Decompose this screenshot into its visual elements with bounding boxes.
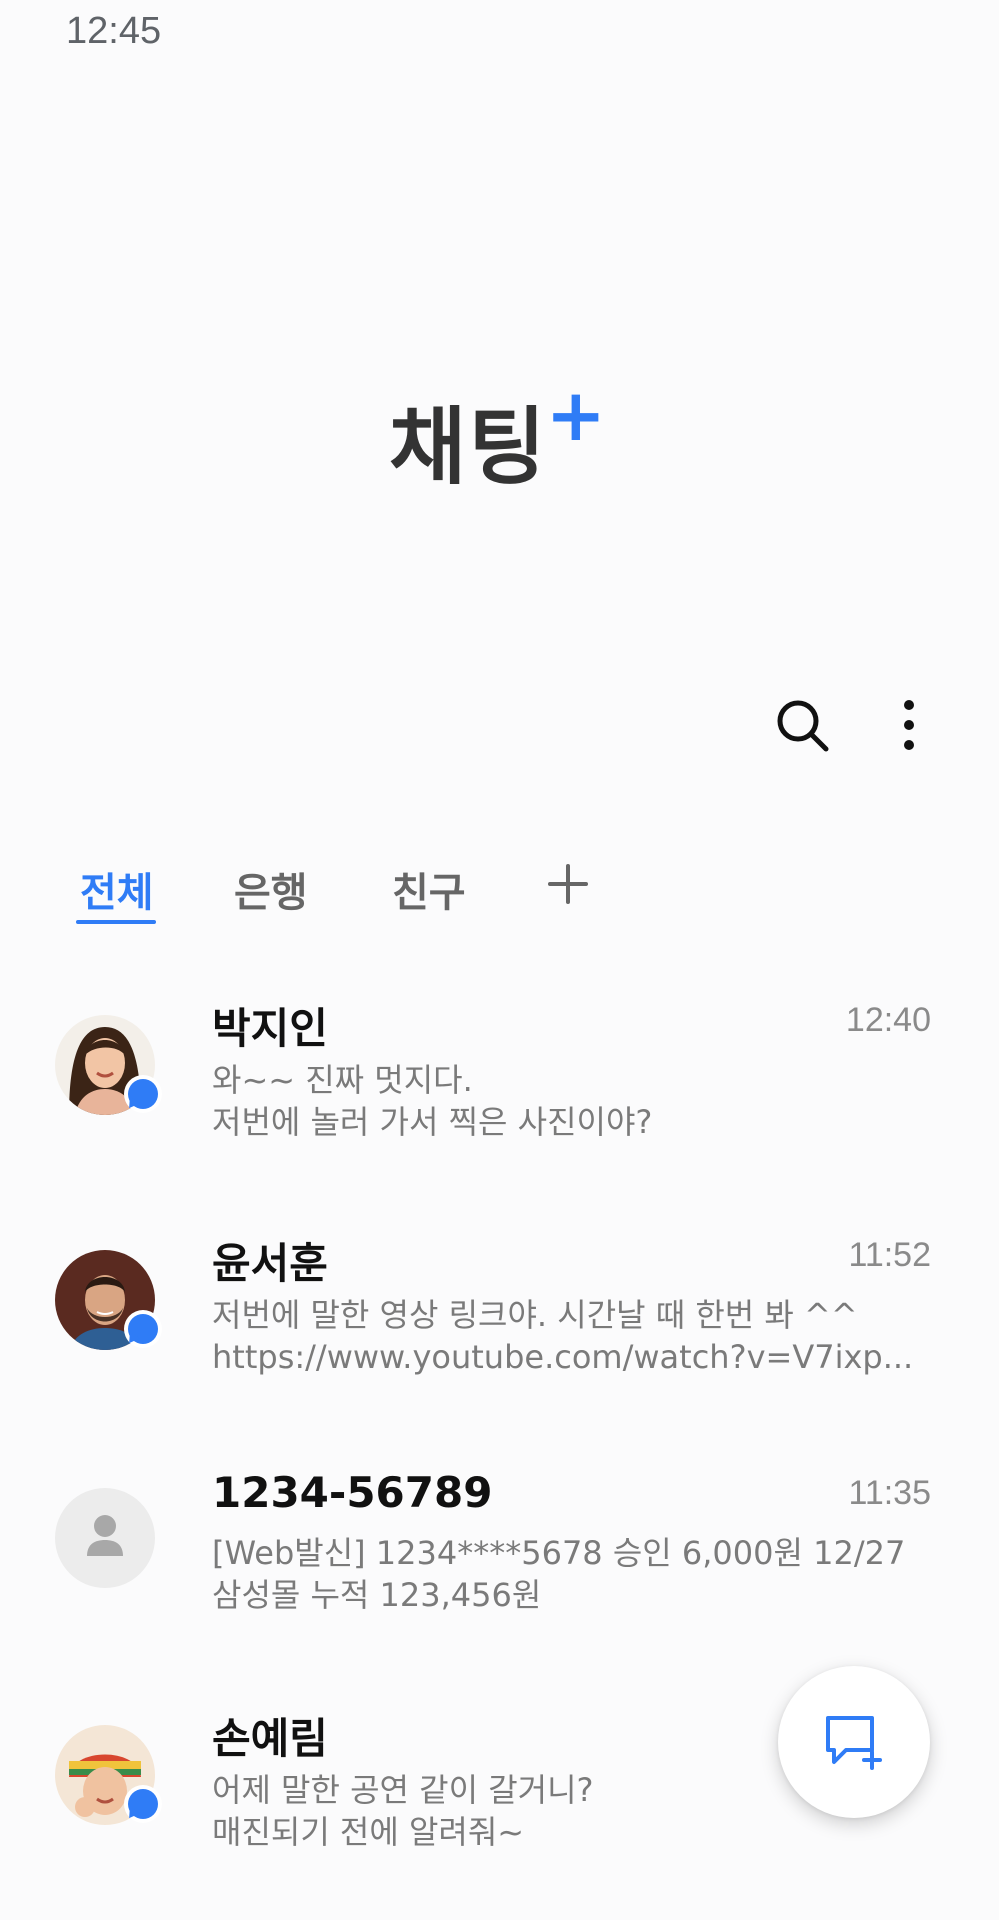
message-preview: 저번에 말한 영상 링크야. 시간날 때 한번 봐 ^^ https://www… xyxy=(212,1294,932,1378)
app-title-text: 채팅 xyxy=(389,398,548,496)
tab-friends-label: 친구 xyxy=(392,870,466,916)
message-time: 11:52 xyxy=(848,1236,931,1274)
tab-bank[interactable]: 은행 xyxy=(234,860,308,918)
contact-name: 윤서훈 xyxy=(212,1239,328,1288)
message-preview: [Web발신] 1234****5678 승인 6,000원 12/27 삼성몰… xyxy=(212,1532,932,1616)
contact-name: 손예림 xyxy=(212,1714,328,1763)
contact-name: 박지인 xyxy=(212,1004,328,1053)
conversation-item[interactable]: 박지인 12:40 와~~ 진짜 멋지다. 저번에 놀러 가서 찍은 사진이야? xyxy=(0,995,999,1195)
message-preview-line: 와~~ 진짜 멋지다. xyxy=(212,1061,473,1099)
conversation-item[interactable]: 윤서훈 11:52 저번에 말한 영상 링크야. 시간날 때 한번 봐 ^^ h… xyxy=(0,1230,999,1430)
message-preview-line: 삼성몰 누적 123,456원 xyxy=(212,1576,542,1614)
app-title-plus: + xyxy=(545,373,608,457)
message-preview-line: 매진되기 전에 알려줘~ xyxy=(212,1813,525,1851)
tab-all-label: 전체 xyxy=(80,870,154,916)
add-tab-button[interactable] xyxy=(546,862,590,906)
new-chat-button[interactable] xyxy=(778,1666,930,1818)
unread-chat-badge xyxy=(124,1075,162,1113)
search-button[interactable] xyxy=(772,695,832,755)
unread-chat-badge xyxy=(124,1785,162,1823)
message-preview: 와~~ 진짜 멋지다. 저번에 놀러 가서 찍은 사진이야? xyxy=(212,1059,932,1143)
more-vertical-icon xyxy=(904,700,914,750)
more-options-button[interactable] xyxy=(884,695,934,755)
tab-friends[interactable]: 친구 xyxy=(392,860,466,918)
message-time: 11:35 xyxy=(848,1474,931,1512)
tab-bank-label: 은행 xyxy=(234,870,308,916)
conversation-item[interactable]: 1234-56789 11:35 [Web발신] 1234****5678 승인… xyxy=(0,1468,999,1668)
new-chat-icon xyxy=(826,1716,882,1770)
person-placeholder-icon xyxy=(87,1515,123,1556)
search-icon xyxy=(777,700,829,752)
message-preview-line: 저번에 말한 영상 링크야. 시간날 때 한번 봐 ^^ xyxy=(212,1296,858,1334)
plus-icon xyxy=(548,864,588,904)
message-preview-line: https://www.youtube.com/watch?v=V7ixp... xyxy=(212,1338,914,1376)
active-tab-indicator xyxy=(76,920,156,924)
avatar xyxy=(55,1488,155,1588)
message-preview-line: [Web발신] 1234****5678 승인 6,000원 12/27 xyxy=(212,1534,906,1572)
contact-name: 1234-56789 xyxy=(212,1468,493,1517)
tab-all[interactable]: 전체 xyxy=(80,860,154,918)
message-time: 12:40 xyxy=(845,1001,931,1039)
message-preview-line: 저번에 놀러 가서 찍은 사진이야? xyxy=(212,1103,653,1141)
unread-chat-badge xyxy=(124,1310,162,1348)
status-bar-time: 12:45 xyxy=(66,10,162,52)
app-title: 채팅+ xyxy=(0,373,999,501)
